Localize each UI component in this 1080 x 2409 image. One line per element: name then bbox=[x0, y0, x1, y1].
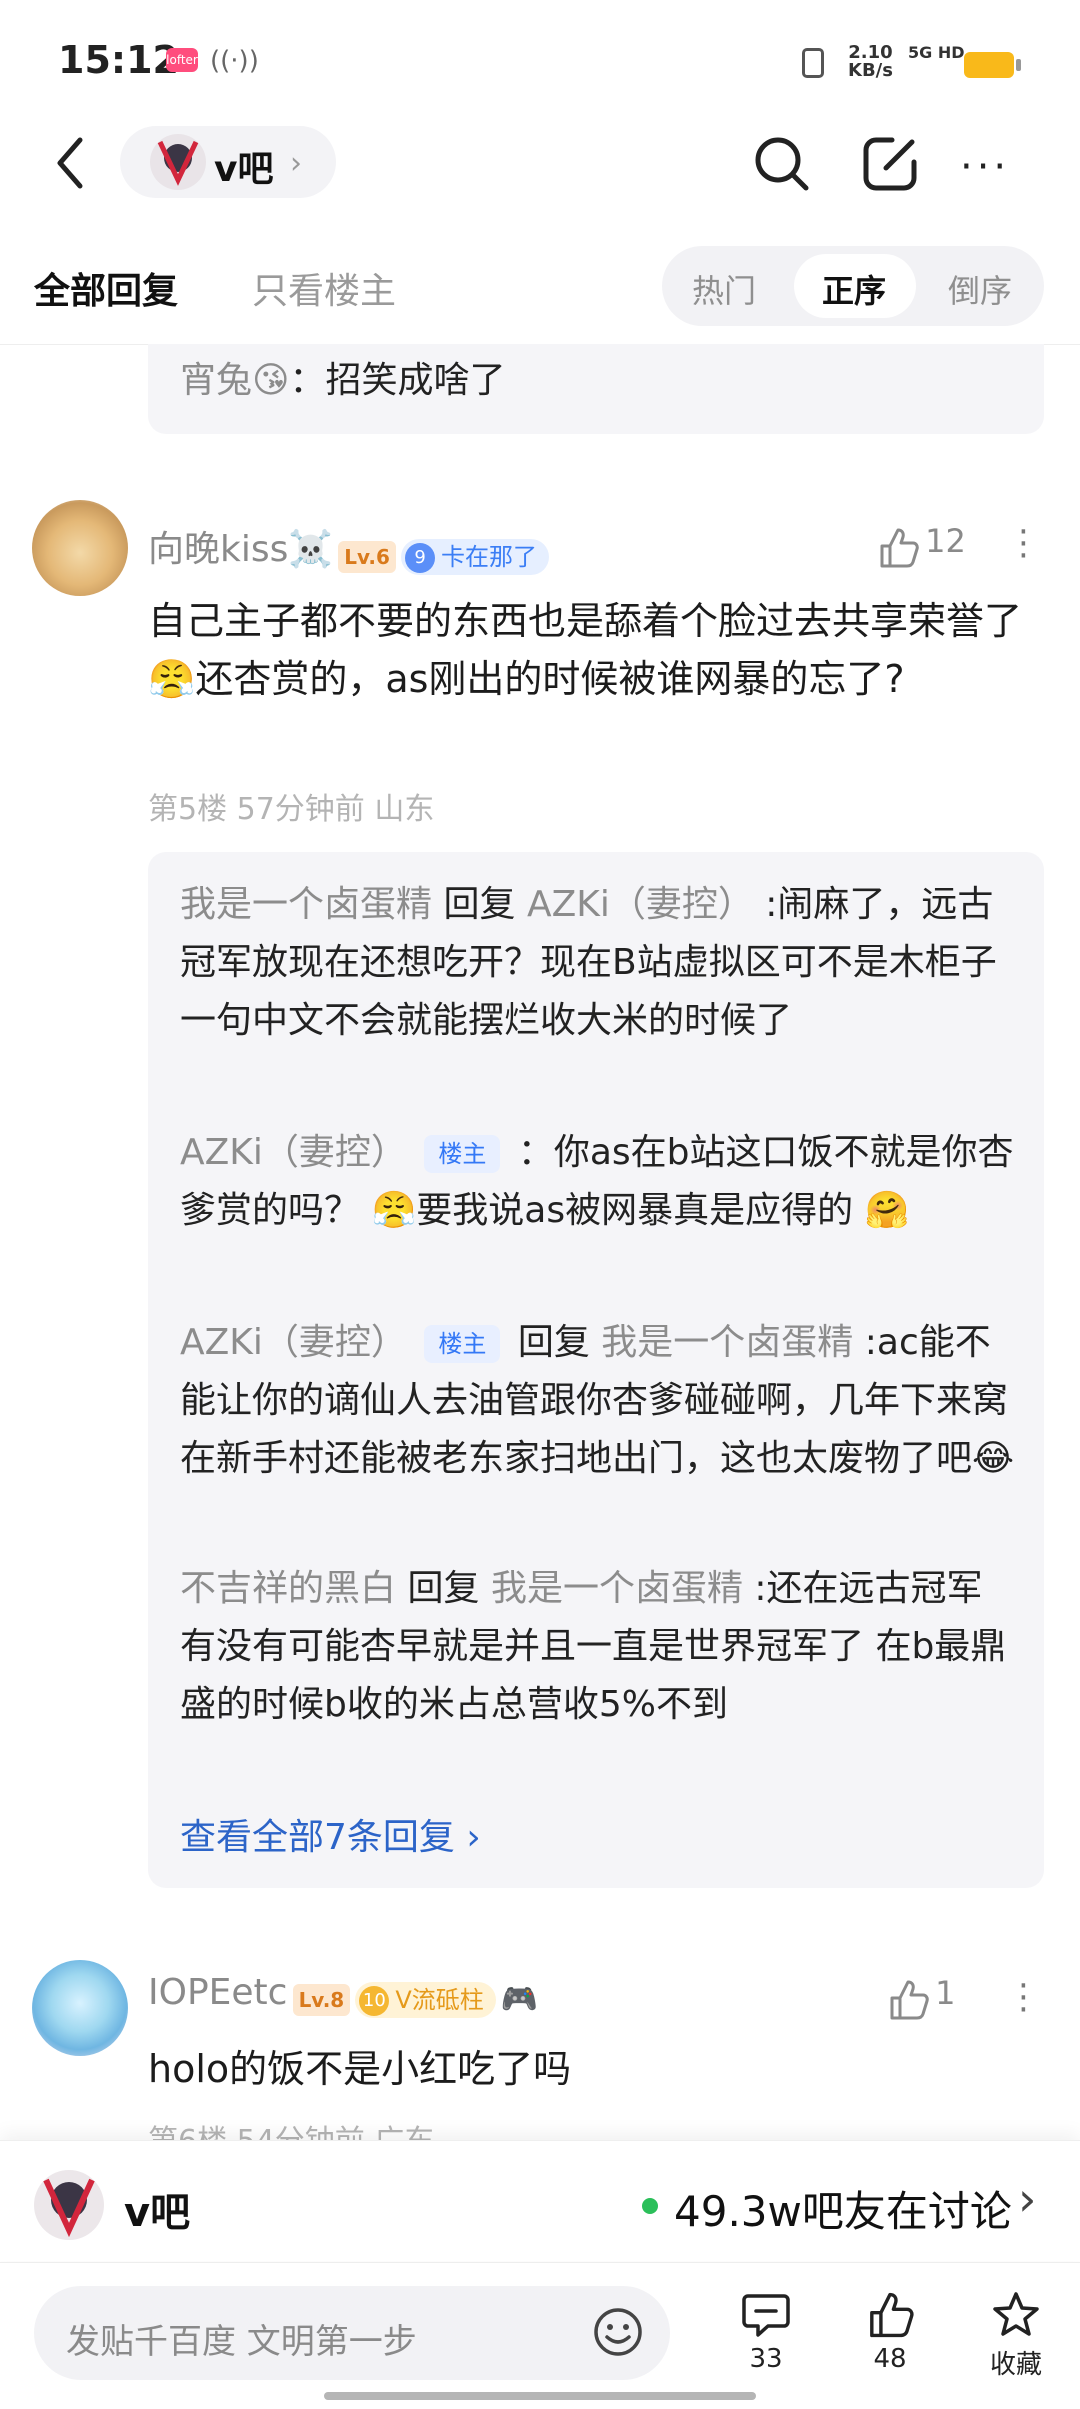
view-all-replies-link[interactable]: 查看全部7条回复 › bbox=[180, 1808, 481, 1860]
post-header: IOPEetc Lv.8 10 V流砥柱 🎮 bbox=[148, 1972, 538, 2018]
post-meta: 第5楼 57分钟前 山东 bbox=[148, 792, 435, 827]
sub-reply[interactable]: AZKi（妻控） 楼主 回复 我是一个卤蛋精 :ac能不能让你的谪仙人去油管跟你… bbox=[180, 1314, 1016, 1488]
signal-icon: 5G HD bbox=[908, 43, 965, 62]
comment-icon bbox=[742, 2294, 790, 2337]
online-count[interactable]: 49.3w吧友在讨论 bbox=[674, 2178, 1012, 2239]
avatar[interactable] bbox=[32, 500, 128, 596]
forum-avatar[interactable] bbox=[150, 134, 206, 190]
like-button[interactable]: 1 bbox=[886, 1974, 955, 2022]
favorite-button[interactable]: 收藏 bbox=[976, 2290, 1056, 2381]
tab-op-only[interactable]: 只看楼主 bbox=[252, 262, 396, 314]
star-icon bbox=[993, 2292, 1039, 2336]
chevron-right-icon: › bbox=[290, 146, 302, 181]
nfc-icon: ((·)) bbox=[210, 46, 259, 76]
game-icon: 🎮 bbox=[500, 1982, 539, 2017]
online-dot bbox=[642, 2198, 658, 2214]
post-body: holo的饭不是小红吃了吗 bbox=[148, 2047, 572, 2091]
thumbs-up-icon bbox=[890, 1980, 929, 2019]
author-name[interactable]: IOPEetc bbox=[148, 1972, 287, 2013]
forum-avatar[interactable] bbox=[34, 2170, 104, 2240]
more-vertical-icon[interactable]: · · · bbox=[1018, 515, 1029, 573]
level-badge: Lv.8 bbox=[292, 1983, 351, 2016]
more-vertical-icon[interactable]: · · · bbox=[1018, 1969, 1029, 2027]
comment-button[interactable]: 33 bbox=[726, 2290, 806, 2374]
prev-reply: 宵兔😘：招笑成啥了 bbox=[180, 360, 506, 401]
forum-name[interactable]: v吧 bbox=[124, 2180, 190, 2238]
home-indicator[interactable] bbox=[324, 2392, 756, 2400]
sort-hot[interactable]: 热门 bbox=[692, 266, 756, 312]
chevron-right-icon[interactable]: › bbox=[1018, 2172, 1036, 2226]
search-icon[interactable] bbox=[750, 132, 814, 196]
battery-icon bbox=[964, 52, 1014, 78]
like-total-button[interactable]: 48 bbox=[850, 2290, 930, 2374]
back-arrow-icon[interactable] bbox=[44, 128, 100, 198]
thumbs-up-icon bbox=[880, 528, 919, 567]
forum-name[interactable]: v吧 bbox=[214, 140, 273, 192]
sort-desc[interactable]: 倒序 bbox=[948, 266, 1012, 312]
app-notification-icon: lofter bbox=[166, 48, 198, 72]
emoji-icon[interactable] bbox=[592, 2306, 644, 2358]
status-time: 15:12 bbox=[58, 38, 179, 82]
op-badge: 楼主 bbox=[424, 1325, 501, 1363]
author-name[interactable]: 向晚kiss☠️ bbox=[148, 529, 333, 570]
op-badge: 楼主 bbox=[424, 1135, 501, 1173]
sub-reply[interactable]: AZKi（妻控） 楼主 ：你as在b站这口饭不就是你杏爹赏的吗？ 😤要我说as被… bbox=[180, 1124, 1016, 1240]
reply-input-placeholder: 发贴千百度 文明第一步 bbox=[66, 2322, 417, 2362]
post-body: 自己主子都不要的东西也是舔着个脸过去共享荣誉了 😤还杏赏的，as刚出的时候被谁网… bbox=[148, 599, 1023, 701]
net-speed: 2.10 KB/s bbox=[848, 42, 893, 81]
sub-reply[interactable]: 不吉祥的黑白 回复 我是一个卤蛋精 :还在远古冠军 有没有可能杏早就是并且一直是… bbox=[180, 1560, 1016, 1734]
post-header: 向晚kiss☠️ Lv.6 9 卡在那了 bbox=[148, 520, 550, 575]
title-badge: 10 V流砥柱 bbox=[355, 1981, 496, 2018]
avatar[interactable] bbox=[32, 1960, 128, 2056]
level-badge: Lv.6 bbox=[338, 540, 396, 573]
title-badge: 9 卡在那了 bbox=[401, 538, 550, 575]
tab-all-replies[interactable]: 全部回复 bbox=[34, 262, 178, 314]
vibrate-icon bbox=[802, 48, 824, 78]
sort-asc[interactable]: 正序 bbox=[822, 266, 886, 312]
like-button[interactable]: 12 bbox=[876, 522, 966, 570]
edit-icon[interactable] bbox=[858, 132, 922, 196]
sub-reply[interactable]: 我是一个卤蛋精 回复 AZKi（妻控） :闹麻了，远古冠军放现在还想吃开？现在B… bbox=[180, 876, 1016, 1050]
more-icon[interactable]: ··· bbox=[960, 144, 1010, 190]
battery-tip bbox=[1016, 59, 1021, 71]
thumbs-up-icon bbox=[870, 2292, 914, 2338]
